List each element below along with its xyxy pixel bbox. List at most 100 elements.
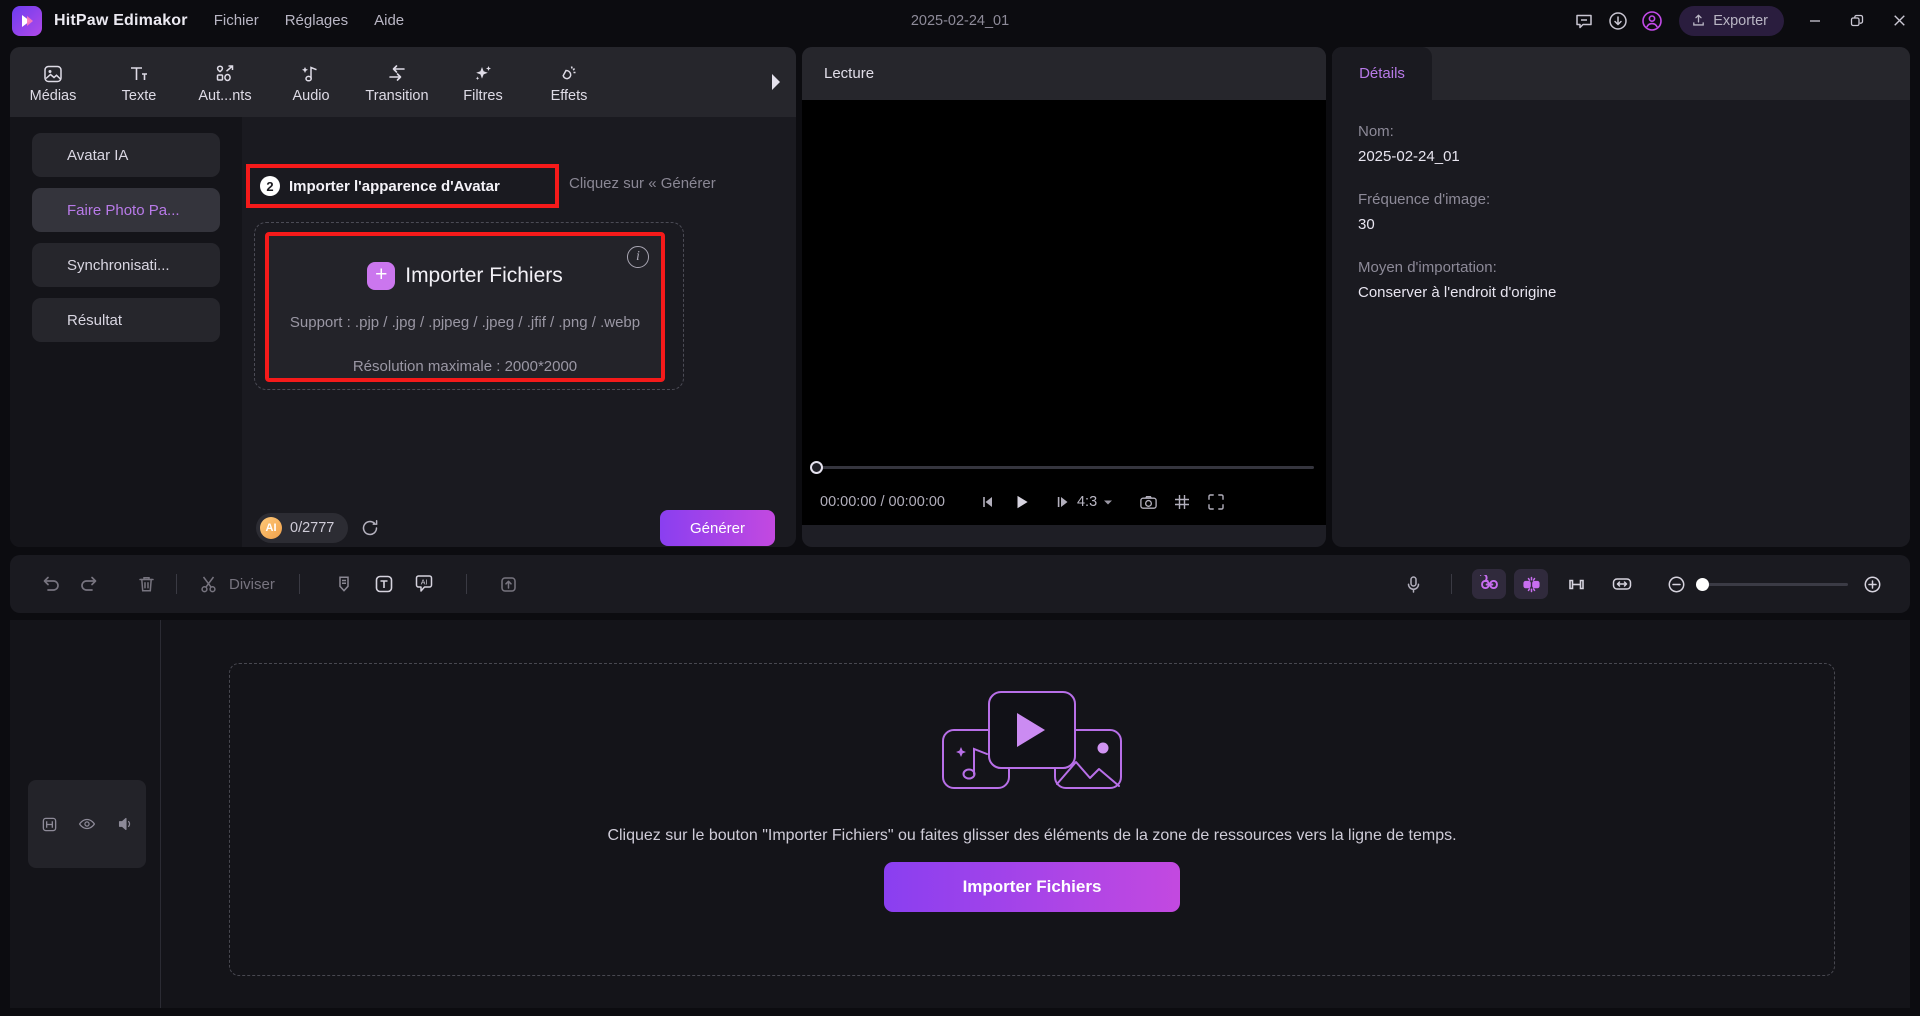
- sidebar-item-resultat[interactable]: Résultat: [32, 298, 220, 342]
- sidebar-item-avatar-ia[interactable]: Avatar IA: [32, 133, 220, 177]
- detail-value-nom: 2025-02-24_01: [1358, 148, 1460, 165]
- minimize-icon[interactable]: [1794, 0, 1836, 41]
- dropzone-resolution-text: Résolution maximale : 2000*2000: [352, 358, 578, 375]
- tool-tab-transition[interactable]: Transition: [354, 47, 440, 117]
- marker-icon[interactable]: [324, 564, 364, 604]
- step-number-badge: 2: [260, 176, 280, 196]
- zoom-out-icon[interactable]: [1656, 564, 1696, 604]
- text-box-icon[interactable]: [364, 564, 404, 604]
- tool-tab-medias[interactable]: Médias: [10, 47, 96, 117]
- dropzone-title: Importer Fichiers: [405, 264, 563, 287]
- detail-value-framerate: 30: [1358, 216, 1375, 233]
- fullscreen-icon[interactable]: [1199, 487, 1233, 517]
- tool-tab-label: Aut...nts: [198, 87, 252, 104]
- previous-frame-icon[interactable]: [971, 487, 1005, 517]
- seek-handle[interactable]: [810, 461, 823, 474]
- grid-icon[interactable]: [1165, 487, 1199, 517]
- plus-icon: +: [367, 262, 396, 290]
- avatar-dropzone[interactable]: i + Importer Fichiers Support : .pjp / .…: [254, 222, 684, 390]
- undo-icon[interactable]: [30, 564, 70, 604]
- fit-timeline-icon[interactable]: [1602, 564, 1642, 604]
- sidebar-item-faire-photo-parler[interactable]: Faire Photo Pa...: [32, 188, 220, 232]
- timeline-dropzone-hint: Cliquez sur le bouton "Importer Fichiers…: [607, 827, 1457, 844]
- timeline-zoom-slider[interactable]: [1696, 577, 1848, 591]
- generate-button[interactable]: Générer: [660, 510, 775, 546]
- tab-details[interactable]: Détails: [1332, 47, 1432, 100]
- preview-seek-bar[interactable]: [802, 457, 1326, 477]
- detach-audio-icon[interactable]: [1514, 569, 1548, 599]
- tool-tab-filtres[interactable]: Filtres: [440, 47, 526, 117]
- export-button[interactable]: Exporter: [1679, 5, 1784, 36]
- tool-tab-audio[interactable]: Audio: [268, 47, 354, 117]
- link-clips-icon[interactable]: [1472, 569, 1506, 599]
- sidebar-item-synchronisation[interactable]: Synchronisati...: [32, 243, 220, 287]
- timeline-dropzone[interactable]: Cliquez sur le bouton "Importer Fichiers…: [229, 663, 1835, 976]
- timeline-import-button[interactable]: Importer Fichiers: [884, 862, 1180, 912]
- zoom-in-icon[interactable]: [1852, 564, 1892, 604]
- refresh-icon[interactable]: [360, 518, 380, 538]
- aspect-ratio-value: 4:3: [1076, 494, 1098, 510]
- redo-icon[interactable]: [70, 564, 110, 604]
- chevron-right-icon[interactable]: [770, 73, 782, 91]
- import-step-row: 2 Importer l'apparence d'Avatar Cliquez …: [242, 164, 796, 208]
- crop-icon[interactable]: [1556, 564, 1596, 604]
- ai-badge-icon: AI: [260, 517, 282, 539]
- tool-tab-bar: Médias Texte Aut...nts Audio Transition …: [10, 47, 796, 117]
- toolbar-divider: [298, 574, 300, 594]
- text-icon: [128, 61, 150, 85]
- effects-icon: [558, 61, 580, 85]
- filters-sparkle-icon: [472, 61, 494, 85]
- tool-tab-label: Texte: [121, 87, 157, 104]
- microphone-icon[interactable]: [1393, 564, 1433, 604]
- next-frame-icon: [1055, 494, 1071, 510]
- timeline-import-button-label: Importer Fichiers: [962, 877, 1102, 896]
- detail-label-import-mode: Moyen d'importation:: [1358, 259, 1497, 276]
- play-icon[interactable]: [1005, 487, 1039, 517]
- menu-aide[interactable]: Aide: [374, 12, 404, 29]
- menu-reglages[interactable]: Réglages: [285, 12, 348, 29]
- preview-panel: Lecture 00:00:00 / 00:00:00 4:3: [802, 47, 1326, 547]
- ai-caption-icon[interactable]: AI: [404, 564, 444, 604]
- tool-tab-effets[interactable]: Effets: [526, 47, 612, 117]
- menu-fichier[interactable]: Fichier: [214, 12, 259, 29]
- export-clip-icon[interactable]: [489, 564, 529, 604]
- avatar-sub-sidebar: Avatar IA Faire Photo Pa... Synchronisat…: [10, 117, 242, 547]
- split-button[interactable]: Diviser: [199, 574, 275, 595]
- trash-icon[interactable]: [126, 564, 166, 604]
- details-panel: Détails Nom: 2025-02-24_01 Fréquence d'i…: [1332, 47, 1910, 547]
- upload-icon: [1691, 13, 1706, 28]
- tool-tab-elements[interactable]: Aut...nts: [182, 47, 268, 117]
- download-circle-icon[interactable]: [1601, 4, 1635, 38]
- mute-icon[interactable]: [116, 815, 134, 833]
- details-tab-bar: Détails: [1332, 47, 1910, 100]
- close-icon[interactable]: [1878, 0, 1920, 41]
- lock-track-icon[interactable]: [41, 816, 58, 833]
- app-name: HitPaw Edimakor: [54, 11, 188, 29]
- dropzone-highlight[interactable]: i + Importer Fichiers Support : .pjp / .…: [265, 232, 665, 382]
- restore-window-icon[interactable]: [1836, 0, 1878, 41]
- tool-tab-label: Filtres: [463, 87, 503, 104]
- timeline-zoom-handle[interactable]: [1696, 577, 1709, 591]
- seek-track[interactable]: [814, 466, 1314, 469]
- dropzone-title-row[interactable]: + Importer Fichiers: [269, 262, 661, 290]
- account-circle-icon[interactable]: [1635, 4, 1669, 38]
- toolbar-divider: [465, 574, 467, 594]
- camera-icon[interactable]: [1131, 487, 1165, 517]
- preview-stage: 00:00:00 / 00:00:00 4:3: [802, 100, 1326, 527]
- visibility-icon[interactable]: [78, 815, 96, 833]
- caret-down-icon: [1103, 497, 1113, 507]
- tool-tab-texte[interactable]: Texte: [96, 47, 182, 117]
- timeline-track-headers: [10, 620, 160, 1008]
- audio-note-icon: [300, 61, 322, 85]
- detail-label-nom: Nom:: [1358, 123, 1394, 140]
- preview-header-title: Lecture: [824, 65, 875, 82]
- feedback-bubble-icon[interactable]: [1567, 4, 1601, 38]
- toolbar-divider: [1451, 574, 1452, 594]
- preview-header: Lecture: [802, 47, 1326, 100]
- aspect-ratio-selector[interactable]: 4:3: [1055, 494, 1113, 510]
- transition-arrow-icon: [385, 61, 409, 85]
- left-panel: Médias Texte Aut...nts Audio Transition …: [10, 47, 796, 547]
- split-button-label: Diviser: [229, 575, 275, 593]
- sidebar-item-label: Synchronisati...: [67, 256, 170, 274]
- sidebar-item-label: Résultat: [67, 311, 123, 329]
